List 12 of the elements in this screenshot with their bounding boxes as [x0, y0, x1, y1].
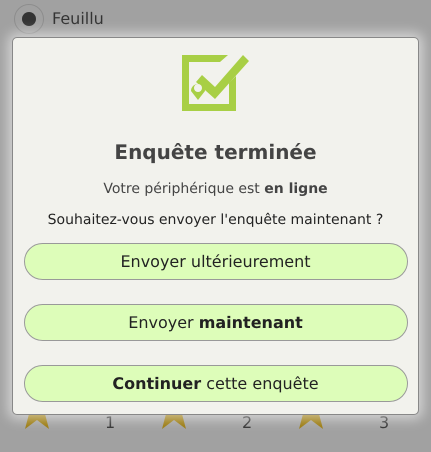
- question-text: Souhaitez-vous envoyer l'enquête maintenant ?: [46, 211, 384, 230]
- rating-number: 3: [379, 413, 390, 432]
- rating-number: 2: [242, 413, 252, 432]
- dialog-button[interactable]: Continuer cette enquête: [24, 365, 408, 402]
- option-label: Feuillu: [52, 8, 104, 30]
- dialog-title: Enquête terminée: [113, 139, 318, 166]
- dialog-button[interactable]: Envoyer ultérieurement: [24, 243, 408, 280]
- survey-complete-icon: [182, 55, 250, 111]
- dialog-button[interactable]: Envoyer maintenant: [24, 304, 408, 341]
- rating-number: 1: [105, 413, 116, 432]
- radio-button[interactable]: [14, 4, 44, 34]
- status-text: Votre périphérique est en ligne: [102, 180, 329, 199]
